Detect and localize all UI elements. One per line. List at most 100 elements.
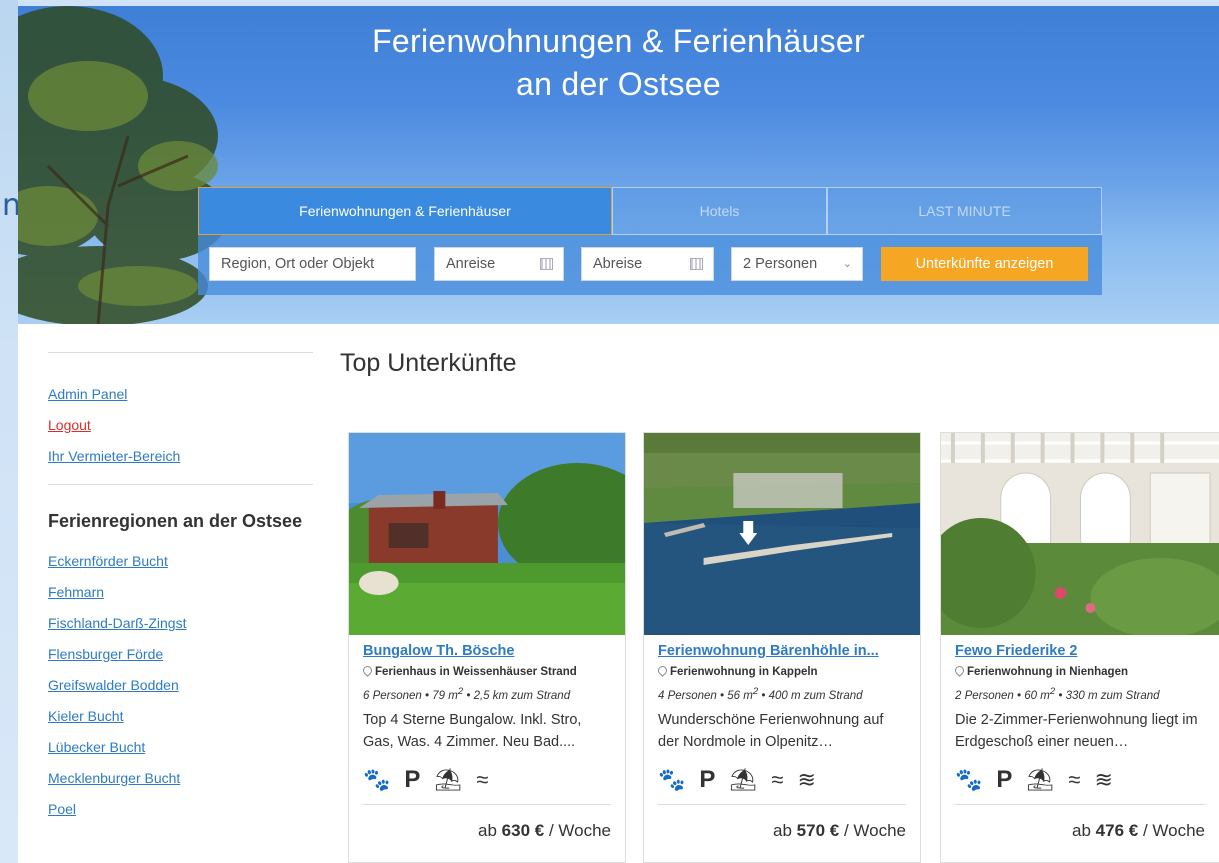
wifi-icon: ≈ xyxy=(1068,766,1081,792)
anreise-field[interactable] xyxy=(434,247,564,281)
persons-text: 4 Personen xyxy=(658,689,717,702)
area-text: 60 xyxy=(1024,689,1038,702)
location-text: Ferienhaus in Weissenhäuser Strand xyxy=(375,666,577,678)
window-frame-left: n xyxy=(0,0,21,863)
property-photo[interactable] xyxy=(349,433,625,635)
region-link[interactable]: Lübecker Bucht xyxy=(48,732,313,763)
swimming-icon: ≋ xyxy=(1094,766,1113,792)
distance-text: 2,5 km zum Strand xyxy=(473,689,571,702)
paw-icon: 🐾 xyxy=(955,766,983,792)
calendar-icon[interactable] xyxy=(690,258,703,270)
area-text: 79 xyxy=(432,689,446,702)
persons-text: 6 Personen xyxy=(363,689,422,702)
card-body: Fewo Friederike 2 Ferienwohnung in Nienh… xyxy=(953,641,1205,795)
regions-heading: Ferienregionen an der Ostsee xyxy=(48,511,303,531)
region-link[interactable]: Eckernförder Bucht xyxy=(48,546,313,577)
property-description: Die 2-Zimmer-Ferienwohnung liegt im Erdg… xyxy=(955,711,1198,750)
property-name-link[interactable]: Bungalow Th. Bösche xyxy=(363,641,611,661)
divider xyxy=(955,804,1205,805)
region-input[interactable] xyxy=(221,256,415,272)
price-prefix: ab xyxy=(1072,821,1091,840)
region-link[interactable]: Fischland-Darß-Zingst xyxy=(48,608,313,639)
price-suffix: / Woche xyxy=(1142,821,1205,840)
divider xyxy=(363,804,611,805)
property-card[interactable]: Fewo Friederike 2 Ferienwohnung in Nienh… xyxy=(940,432,1219,863)
amenity-icons: 🐾 P ⛱ ≈ xyxy=(363,765,611,795)
divider xyxy=(48,484,313,485)
persons-text: 2 Personen xyxy=(955,689,1014,702)
price-suffix: / Woche xyxy=(548,821,611,840)
property-name-link[interactable]: Fewo Friederike 2 xyxy=(955,641,1205,661)
property-price: ab 476 € / Woche xyxy=(1072,821,1205,841)
beach-umbrella-icon: ⛱ xyxy=(1026,766,1055,792)
divider xyxy=(48,352,313,353)
persons-select[interactable]: 2 Personen ⌄ xyxy=(731,247,863,281)
property-facts: 4 Personen • 56 m2 • 400 m zum Strand xyxy=(658,686,863,702)
property-location: Ferienhaus in Weissenhäuser Strand xyxy=(361,664,611,680)
price-suffix: / Woche xyxy=(843,821,906,840)
location-pin-icon xyxy=(361,664,374,677)
price-prefix: ab xyxy=(773,821,792,840)
paw-icon: 🐾 xyxy=(658,766,686,792)
distance-text: 330 m zum Strand xyxy=(1065,689,1160,702)
parking-icon: P xyxy=(404,765,421,793)
tab-ferienwohnungen[interactable]: Ferienwohnungen & Ferienhäuser xyxy=(198,187,612,235)
parking-icon: P xyxy=(699,765,716,793)
property-card[interactable]: Ferienwohnung Bärenhöhle in... Ferienwoh… xyxy=(643,432,921,863)
property-location: Ferienwohnung in Nienhagen xyxy=(953,664,1205,680)
region-field[interactable] xyxy=(209,247,416,281)
property-description: Wunderschöne Ferienwohnung auf der Nordm… xyxy=(658,711,884,750)
sidebar: Admin Panel Logout Ihr Vermieter-Bereich… xyxy=(48,352,313,825)
search-submit-button[interactable]: Unterkünfte anzeigen xyxy=(881,247,1088,281)
property-card[interactable]: Bungalow Th. Bösche Ferienhaus in Weisse… xyxy=(348,432,626,863)
region-link[interactable]: Kieler Bucht xyxy=(48,701,313,732)
beach-umbrella-icon: ⛱ xyxy=(434,766,463,792)
parking-icon: P xyxy=(996,765,1013,793)
property-photo[interactable] xyxy=(644,433,920,635)
region-link[interactable]: Fehmarn xyxy=(48,577,313,608)
account-links: Admin Panel Logout Ihr Vermieter-Bereich xyxy=(48,379,313,472)
price-value: 570 € xyxy=(796,821,840,840)
location-text: Ferienwohnung in Nienhagen xyxy=(967,666,1128,678)
price-prefix: ab xyxy=(478,821,497,840)
property-facts: 2 Personen • 60 m2 • 330 m zum Strand xyxy=(955,686,1160,702)
wifi-icon: ≈ xyxy=(771,766,784,792)
hero-title-line-1: Ferienwohnungen & Ferienhäuser xyxy=(372,23,865,59)
region-link[interactable]: Poel xyxy=(48,794,313,825)
region-link[interactable]: Greifswalder Bodden xyxy=(48,670,313,701)
property-facts: 6 Personen • 79 m2 • 2,5 km zum Strand xyxy=(363,686,571,702)
divider xyxy=(658,804,906,805)
property-description: Top 4 Sterne Bungalow. Inkl. Stro, Gas, … xyxy=(363,711,582,750)
location-pin-icon xyxy=(656,664,669,677)
abreise-field[interactable] xyxy=(581,247,714,281)
property-price: ab 570 € / Woche xyxy=(773,821,906,841)
hero-title-line-2: an der Ostsee xyxy=(516,66,721,103)
search-tabs: Ferienwohnungen & Ferienhäuser Hotels LA… xyxy=(198,187,1102,235)
admin-panel-link[interactable]: Admin Panel xyxy=(48,379,313,410)
tab-hotels[interactable]: Hotels xyxy=(612,187,827,235)
property-photo[interactable] xyxy=(941,433,1219,635)
persons-value: 2 Personen xyxy=(743,256,818,272)
region-list: Eckernförder Bucht Fehmarn Fischland-Dar… xyxy=(48,546,313,825)
chevron-down-icon: ⌄ xyxy=(842,258,852,270)
property-price: ab 630 € / Woche xyxy=(478,821,611,841)
price-value: 476 € xyxy=(1095,821,1139,840)
location-text: Ferienwohnung in Kappeln xyxy=(670,666,818,678)
paw-icon: 🐾 xyxy=(363,766,391,792)
search-bar: 2 Personen ⌄ Unterkünfte anzeigen xyxy=(198,235,1102,295)
property-name-link[interactable]: Ferienwohnung Bärenhöhle in... xyxy=(658,641,906,661)
distance-text: 400 m zum Strand xyxy=(768,689,863,702)
region-link[interactable]: Mecklenburger Bucht xyxy=(48,763,313,794)
region-link[interactable]: Flensburger Förde xyxy=(48,639,313,670)
tab-last-minute[interactable]: LAST MINUTE xyxy=(827,187,1102,235)
wifi-icon: ≈ xyxy=(476,766,489,792)
card-body: Bungalow Th. Bösche Ferienhaus in Weisse… xyxy=(361,641,611,795)
logout-link[interactable]: Logout xyxy=(48,410,313,441)
card-body: Ferienwohnung Bärenhöhle in... Ferienwoh… xyxy=(656,641,906,795)
vermieter-bereich-link[interactable]: Ihr Vermieter-Bereich xyxy=(48,441,313,472)
calendar-icon[interactable] xyxy=(540,258,553,270)
beach-umbrella-icon: ⛱ xyxy=(729,766,758,792)
area-text: 56 xyxy=(727,689,741,702)
location-pin-icon xyxy=(953,664,966,677)
amenity-icons: 🐾 P ⛱ ≈ ≋ xyxy=(955,765,1205,795)
